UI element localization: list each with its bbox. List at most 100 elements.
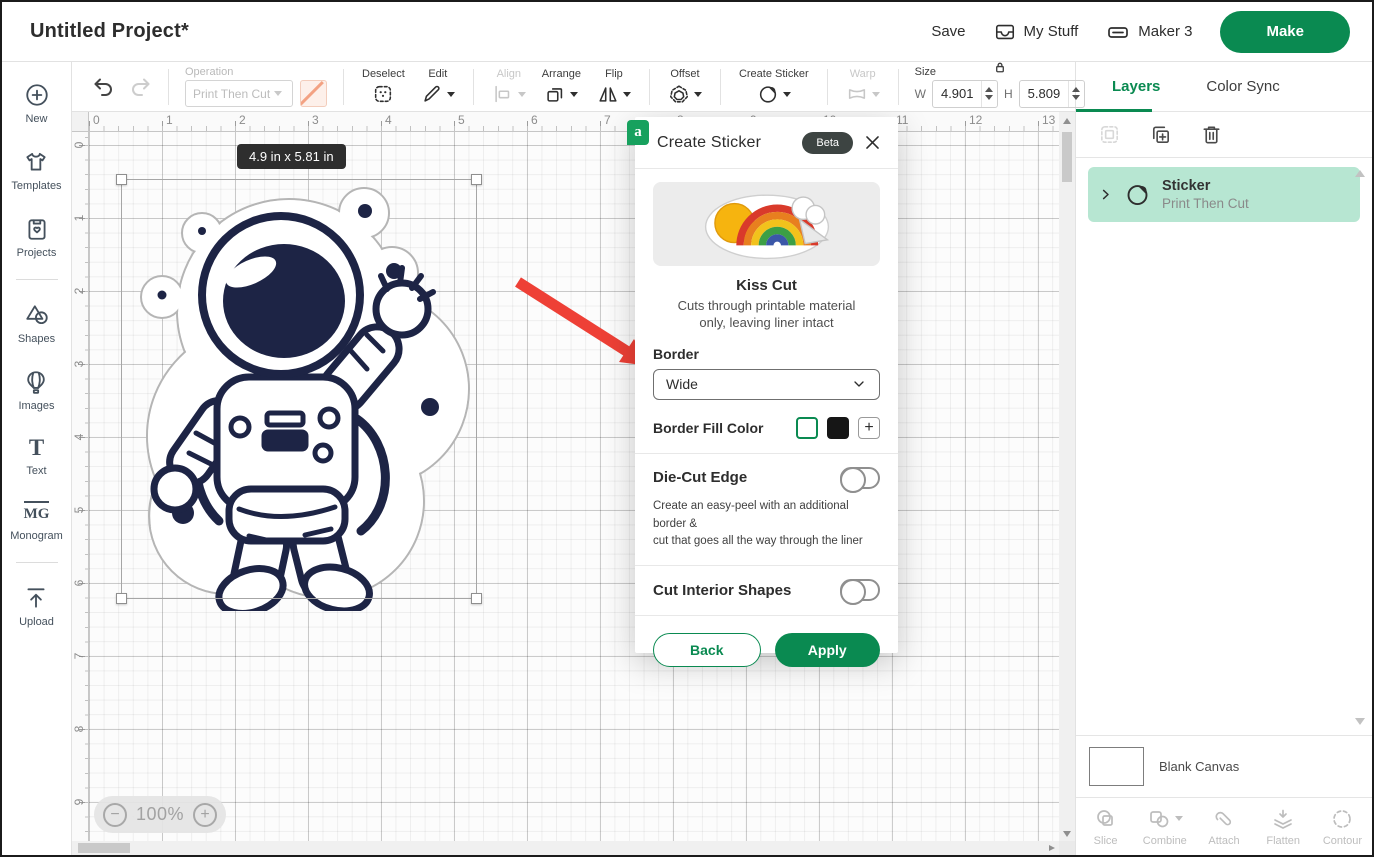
header-actions: Save My Stuff Maker 3 Make bbox=[931, 11, 1350, 53]
undo-button[interactable] bbox=[86, 75, 122, 99]
width-input[interactable]: 4.901 bbox=[932, 80, 998, 108]
border-label: Border bbox=[653, 346, 880, 362]
app-window: Untitled Project* Save My Stuff Maker 3 … bbox=[0, 0, 1374, 857]
height-input[interactable]: 5.809 bbox=[1019, 80, 1085, 108]
arrange-button[interactable]: Arrange bbox=[534, 68, 589, 105]
slice-button: Slice bbox=[1076, 798, 1135, 855]
tab-layers[interactable]: Layers bbox=[1112, 78, 1160, 95]
vertical-scrollbar[interactable] bbox=[1059, 112, 1075, 841]
make-button[interactable]: Make bbox=[1220, 11, 1350, 53]
die-cut-row: Die-Cut Edge bbox=[653, 467, 880, 489]
lock-icon[interactable] bbox=[992, 60, 1007, 75]
edit-button[interactable]: Edit bbox=[413, 68, 463, 105]
duplicate-icon[interactable] bbox=[1149, 123, 1172, 146]
sidebar-item-images[interactable]: Images bbox=[18, 369, 54, 412]
sidebar-item-projects[interactable]: Projects bbox=[17, 216, 57, 259]
zoom-in-button[interactable]: + bbox=[193, 803, 217, 827]
vertical-scroll-thumb[interactable] bbox=[1062, 132, 1072, 182]
tshirt-icon bbox=[23, 149, 49, 175]
create-sticker-modal: a Create Sticker Beta bbox=[635, 117, 898, 653]
operation-color-swatch[interactable] bbox=[300, 80, 327, 107]
zoom-out-button[interactable]: − bbox=[103, 803, 127, 827]
blank-canvas-swatch[interactable] bbox=[1089, 747, 1144, 786]
zoom-level: 100% bbox=[136, 804, 184, 825]
sidebar-item-text[interactable]: T Text bbox=[26, 436, 46, 477]
operation-select[interactable]: Print Then Cut bbox=[185, 80, 293, 107]
width-stepper[interactable] bbox=[981, 81, 997, 107]
project-title[interactable]: Untitled Project* bbox=[30, 20, 189, 43]
chevron-down-icon bbox=[851, 376, 867, 392]
layers-scroll-down-arrow[interactable] bbox=[1355, 718, 1365, 725]
fill-color-black-swatch[interactable] bbox=[827, 417, 849, 439]
sticker-icon bbox=[757, 83, 791, 105]
size-tooltip: 4.9 in x 5.81 in bbox=[237, 144, 346, 169]
group-icon bbox=[1098, 123, 1121, 146]
border-fill-row: Border Fill Color + bbox=[653, 417, 880, 439]
panel-tabs: Layers Color Sync bbox=[1076, 62, 1372, 112]
save-button[interactable]: Save bbox=[931, 23, 965, 40]
project-book-icon bbox=[24, 216, 50, 242]
sidebar-item-new[interactable]: New bbox=[24, 82, 50, 125]
operation-label: Operation bbox=[185, 66, 327, 78]
die-cut-label: Die-Cut Edge bbox=[653, 469, 747, 486]
warp-icon bbox=[846, 83, 880, 105]
cut-interior-toggle[interactable] bbox=[840, 579, 880, 601]
blank-canvas-row[interactable]: Blank Canvas bbox=[1076, 735, 1372, 797]
sidebar-item-templates[interactable]: Templates bbox=[11, 149, 61, 192]
machine-icon bbox=[1106, 20, 1130, 44]
warp-button: Warp bbox=[838, 68, 888, 105]
sidebar-divider bbox=[16, 279, 58, 280]
deselect-button[interactable]: Deselect bbox=[354, 68, 413, 105]
modal-header: Create Sticker Beta bbox=[635, 117, 898, 169]
sidebar-item-shapes[interactable]: Shapes bbox=[18, 302, 55, 345]
layers-scroll-up-arrow[interactable] bbox=[1355, 170, 1365, 177]
create-sticker-button[interactable]: Create Sticker bbox=[731, 68, 817, 105]
shapes-icon bbox=[24, 302, 50, 328]
redo-button[interactable] bbox=[122, 75, 158, 99]
attach-button: Attach bbox=[1194, 798, 1253, 855]
astronaut-sticker-image[interactable] bbox=[99, 171, 489, 611]
balloon-icon bbox=[23, 369, 49, 395]
die-cut-description: Create an easy-peel with an additional b… bbox=[653, 498, 880, 551]
scrollbar-corner bbox=[1059, 841, 1075, 855]
horizontal-scroll-thumb[interactable] bbox=[78, 843, 130, 853]
scroll-right-arrow[interactable] bbox=[1049, 845, 1055, 851]
back-button[interactable]: Back bbox=[653, 633, 761, 667]
tab-color-sync[interactable]: Color Sync bbox=[1206, 78, 1279, 95]
divider bbox=[635, 615, 898, 616]
flatten-icon bbox=[1271, 807, 1295, 831]
border-select[interactable]: Wide bbox=[653, 369, 880, 400]
trash-icon[interactable] bbox=[1200, 123, 1223, 146]
close-icon[interactable] bbox=[863, 133, 882, 152]
scroll-down-arrow[interactable] bbox=[1063, 831, 1071, 837]
my-stuff-button[interactable]: My Stuff bbox=[994, 21, 1079, 43]
offset-icon bbox=[668, 83, 702, 105]
add-color-button[interactable]: + bbox=[858, 417, 880, 439]
edit-toolbar: Operation Print Then Cut Deselect Edit bbox=[72, 62, 1075, 112]
sidebar-item-monogram[interactable]: MG Monogram bbox=[10, 501, 63, 542]
accessibility-tab[interactable]: a bbox=[627, 120, 649, 145]
text-icon: T bbox=[29, 436, 44, 460]
apply-button[interactable]: Apply bbox=[775, 633, 881, 667]
deselect-icon bbox=[372, 83, 394, 105]
flip-button[interactable]: Flip bbox=[589, 68, 639, 105]
layer-operation: Print Then Cut bbox=[1162, 196, 1249, 211]
offset-button[interactable]: Offset bbox=[660, 68, 710, 105]
scroll-up-arrow[interactable] bbox=[1063, 118, 1071, 124]
fill-color-white-swatch[interactable] bbox=[796, 417, 818, 439]
machine-select[interactable]: Maker 3 bbox=[1106, 20, 1192, 44]
pencil-icon bbox=[421, 83, 455, 105]
design-canvas[interactable]: 012345678910111213 0123456789 bbox=[72, 112, 1075, 855]
layers-panel: Layers Color Sync Sticker Print Then Cut bbox=[1075, 62, 1372, 855]
kiss-cut-preview bbox=[653, 182, 880, 266]
header: Untitled Project* Save My Stuff Maker 3 … bbox=[2, 2, 1372, 62]
inbox-icon bbox=[994, 21, 1016, 43]
die-cut-toggle[interactable] bbox=[840, 467, 880, 489]
monogram-icon: MG bbox=[24, 501, 50, 525]
chevron-right-icon[interactable] bbox=[1098, 187, 1113, 202]
sidebar-item-upload[interactable]: Upload bbox=[19, 585, 54, 628]
align-icon bbox=[492, 83, 526, 105]
operation-group: Operation Print Then Cut bbox=[179, 66, 333, 107]
layer-row-sticker[interactable]: Sticker Print Then Cut bbox=[1088, 167, 1360, 222]
horizontal-scrollbar[interactable] bbox=[72, 841, 1059, 855]
